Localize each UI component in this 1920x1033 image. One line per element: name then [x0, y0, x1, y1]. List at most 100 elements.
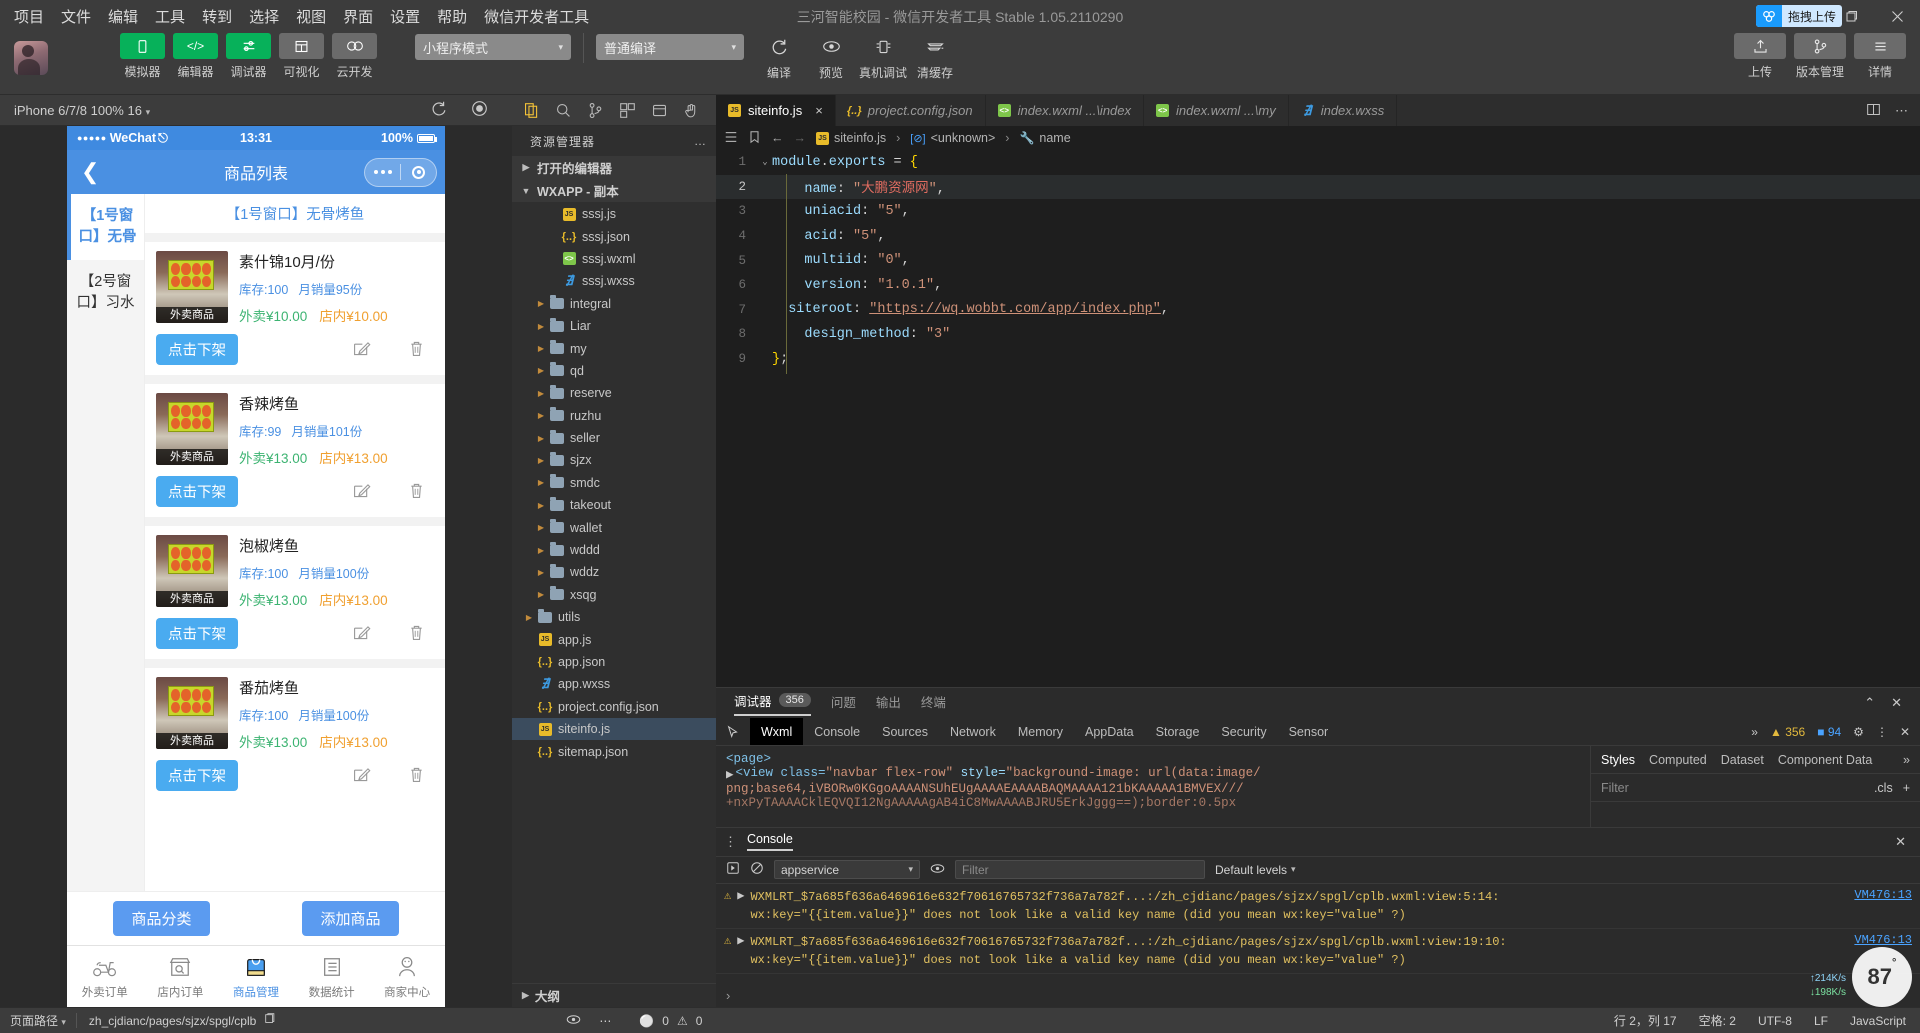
error-count[interactable]: ▲ 356 — [1770, 725, 1805, 739]
console-output[interactable]: ⚠▶WXMLRT_$7a685f636a6469616e632f70616765… — [716, 884, 1920, 985]
expand-icon[interactable]: ▶ — [737, 933, 744, 948]
toggle-offshelf-button[interactable]: 点击下架 — [156, 334, 238, 365]
debug-tab-3[interactable]: 终端 — [921, 692, 946, 715]
edit-icon[interactable] — [352, 339, 371, 361]
tree-folder[interactable]: ▶integral — [512, 293, 716, 315]
menu-item-3[interactable]: 工具 — [155, 6, 185, 27]
tree-folder[interactable]: ▶ruzhu — [512, 405, 716, 427]
tree-file[interactable]: JSsssj.js — [512, 203, 716, 225]
tree-file[interactable]: <>sssj.wxml — [512, 248, 716, 270]
arrow-left-icon[interactable]: ← — [771, 131, 784, 145]
close-icon[interactable]: × — [815, 103, 823, 118]
device-select[interactable]: iPhone 6/7/8 100% 16 ▾ — [14, 103, 150, 118]
styles-tab-styles[interactable]: Styles — [1601, 753, 1635, 767]
tree-folder[interactable]: ▶my — [512, 337, 716, 359]
copy-icon[interactable] — [264, 1013, 276, 1028]
indent-setting[interactable]: 空格: 2 — [1699, 1012, 1736, 1029]
status-problems[interactable]: ⚪0 ⚠0 — [639, 1014, 702, 1028]
eol-setting[interactable]: LF — [1814, 1014, 1828, 1028]
bookmark-icon[interactable] — [748, 130, 761, 147]
chevron-right-icon[interactable]: ▶ — [726, 766, 734, 782]
tree-folder[interactable]: ▶xsqg — [512, 584, 716, 606]
mode-select[interactable]: 小程序模式 ▾ — [415, 34, 571, 60]
menu-item-10[interactable]: 微信开发者工具 — [484, 6, 589, 27]
category-item-0[interactable]: 【1号窗口】无骨 — [67, 194, 144, 260]
devtools-tab-network[interactable]: Network — [939, 718, 1007, 745]
breadcrumb-file[interactable]: JSsiteinfo.js — [816, 131, 886, 145]
close-icon[interactable]: ✕ — [1891, 695, 1902, 711]
devtools-tab-memory[interactable]: Memory — [1007, 718, 1074, 745]
tree-file[interactable]: ∄sssj.wxss — [512, 270, 716, 292]
close-circle-icon[interactable] — [401, 166, 436, 179]
compile-select[interactable]: 普通编译 ▾ — [596, 34, 744, 60]
phone-tab-0[interactable]: 外卖订单 — [67, 946, 143, 1007]
devtools-tab-wxml[interactable]: Wxml — [750, 718, 803, 745]
tree-folder[interactable]: ▶smdc — [512, 472, 716, 494]
tree-folder[interactable]: ▶wallet — [512, 516, 716, 538]
clear-console-icon[interactable] — [750, 861, 764, 878]
tree-folder[interactable]: ▶Liar — [512, 315, 716, 337]
console-log-row[interactable]: ⚠▶WXMLRT_$7a685f636a6469616e632f70616765… — [716, 929, 1920, 974]
phone-tab-1[interactable]: 店内订单 — [143, 946, 219, 1007]
search-icon[interactable] — [552, 99, 574, 121]
console-prompt[interactable]: › — [716, 984, 1920, 1007]
product-item[interactable]: 外卖商品泡椒烤鱼库存:100月销量100份外卖¥13.00店内¥13.00点击下… — [145, 526, 445, 659]
add-rule-button[interactable]: + — [1903, 781, 1910, 795]
console-log-source[interactable]: VM476:13 — [1854, 888, 1912, 902]
split-editor-icon[interactable] — [1866, 102, 1881, 120]
tree-file[interactable]: ∄app.wxss — [512, 673, 716, 695]
warning-count[interactable]: ■ 94 — [1817, 725, 1841, 739]
close-icon[interactable]: ✕ — [1900, 725, 1910, 739]
code-area[interactable]: 1⌄module.exports = {2 name: "大鹏资源网",3 un… — [716, 150, 1920, 687]
menu-item-4[interactable]: 转到 — [202, 6, 232, 27]
phone-tab-2[interactable]: 商品管理 — [218, 946, 294, 1007]
console-tab[interactable]: Console — [747, 832, 793, 851]
console-filter-input[interactable]: Filter — [955, 860, 1205, 879]
cursor-position[interactable]: 行 2，列 17 — [1614, 1012, 1677, 1029]
tree-folder[interactable]: ▶wddd — [512, 539, 716, 561]
close-icon[interactable]: ✕ — [1895, 834, 1912, 850]
menu-item-0[interactable]: 项目 — [14, 6, 44, 27]
tree-file[interactable]: {..}sitemap.json — [512, 740, 716, 762]
menu-item-9[interactable]: 帮助 — [437, 6, 467, 27]
toolbar-button-4[interactable]: 云开发 — [332, 33, 377, 80]
toolbar-button-1[interactable]: </>编辑器 — [173, 33, 218, 80]
tree-folder[interactable]: ▶takeout — [512, 494, 716, 516]
tree-file[interactable]: {..}project.config.json — [512, 696, 716, 718]
more-icon[interactable]: ⋯ — [599, 1014, 611, 1028]
phone-action-button-0[interactable]: 商品分类 — [113, 901, 209, 936]
devtools-tab-sensor[interactable]: Sensor — [1278, 718, 1340, 745]
toolbar-action-3[interactable]: 清缓存 — [912, 33, 958, 81]
editor-tab-0[interactable]: JSsiteinfo.js× — [716, 95, 836, 126]
delete-icon[interactable] — [407, 481, 426, 503]
editor-tab-1[interactable]: {..}project.config.json — [836, 95, 986, 126]
cloud-icon[interactable] — [648, 99, 670, 121]
list-icon[interactable] — [724, 130, 738, 147]
devtools-tab-appdata[interactable]: AppData — [1074, 718, 1145, 745]
toggle-offshelf-button[interactable]: 点击下架 — [156, 618, 238, 649]
delete-icon[interactable] — [407, 765, 426, 787]
toolbar-button-0[interactable]: 模拟器 — [120, 33, 165, 80]
tree-file[interactable]: JSsiteinfo.js — [512, 718, 716, 740]
styles-overflow-icon[interactable]: » — [1903, 753, 1910, 767]
tree-file[interactable]: {..}sssj.json — [512, 225, 716, 247]
console-levels-select[interactable]: Default levels▾ — [1215, 863, 1296, 877]
menu-item-1[interactable]: 文件 — [61, 6, 91, 27]
hand-icon[interactable] — [680, 99, 702, 121]
more-icon[interactable]: … — [694, 134, 708, 148]
toggle-offshelf-button[interactable]: 点击下架 — [156, 476, 238, 507]
edit-icon[interactable] — [352, 623, 371, 645]
encoding[interactable]: UTF-8 — [1758, 1014, 1792, 1028]
rotate-icon[interactable] — [430, 100, 447, 120]
eye-icon[interactable] — [566, 1012, 581, 1030]
language-mode[interactable]: JavaScript — [1850, 1014, 1906, 1028]
category-item-1[interactable]: 【2号窗口】习水 — [67, 260, 144, 326]
eye-icon[interactable] — [930, 861, 945, 879]
menu-item-6[interactable]: 视图 — [296, 6, 326, 27]
tree-folder[interactable]: ▶sjzx — [512, 449, 716, 471]
page-path-select[interactable]: 页面路径 ▾ — [10, 1012, 66, 1029]
overflow-icon[interactable]: » — [1751, 725, 1758, 739]
styles-tab-dataset[interactable]: Dataset — [1721, 753, 1764, 767]
devtools-tab-console[interactable]: Console — [803, 718, 871, 745]
styles-filter-input[interactable]: Filter — [1601, 781, 1629, 795]
